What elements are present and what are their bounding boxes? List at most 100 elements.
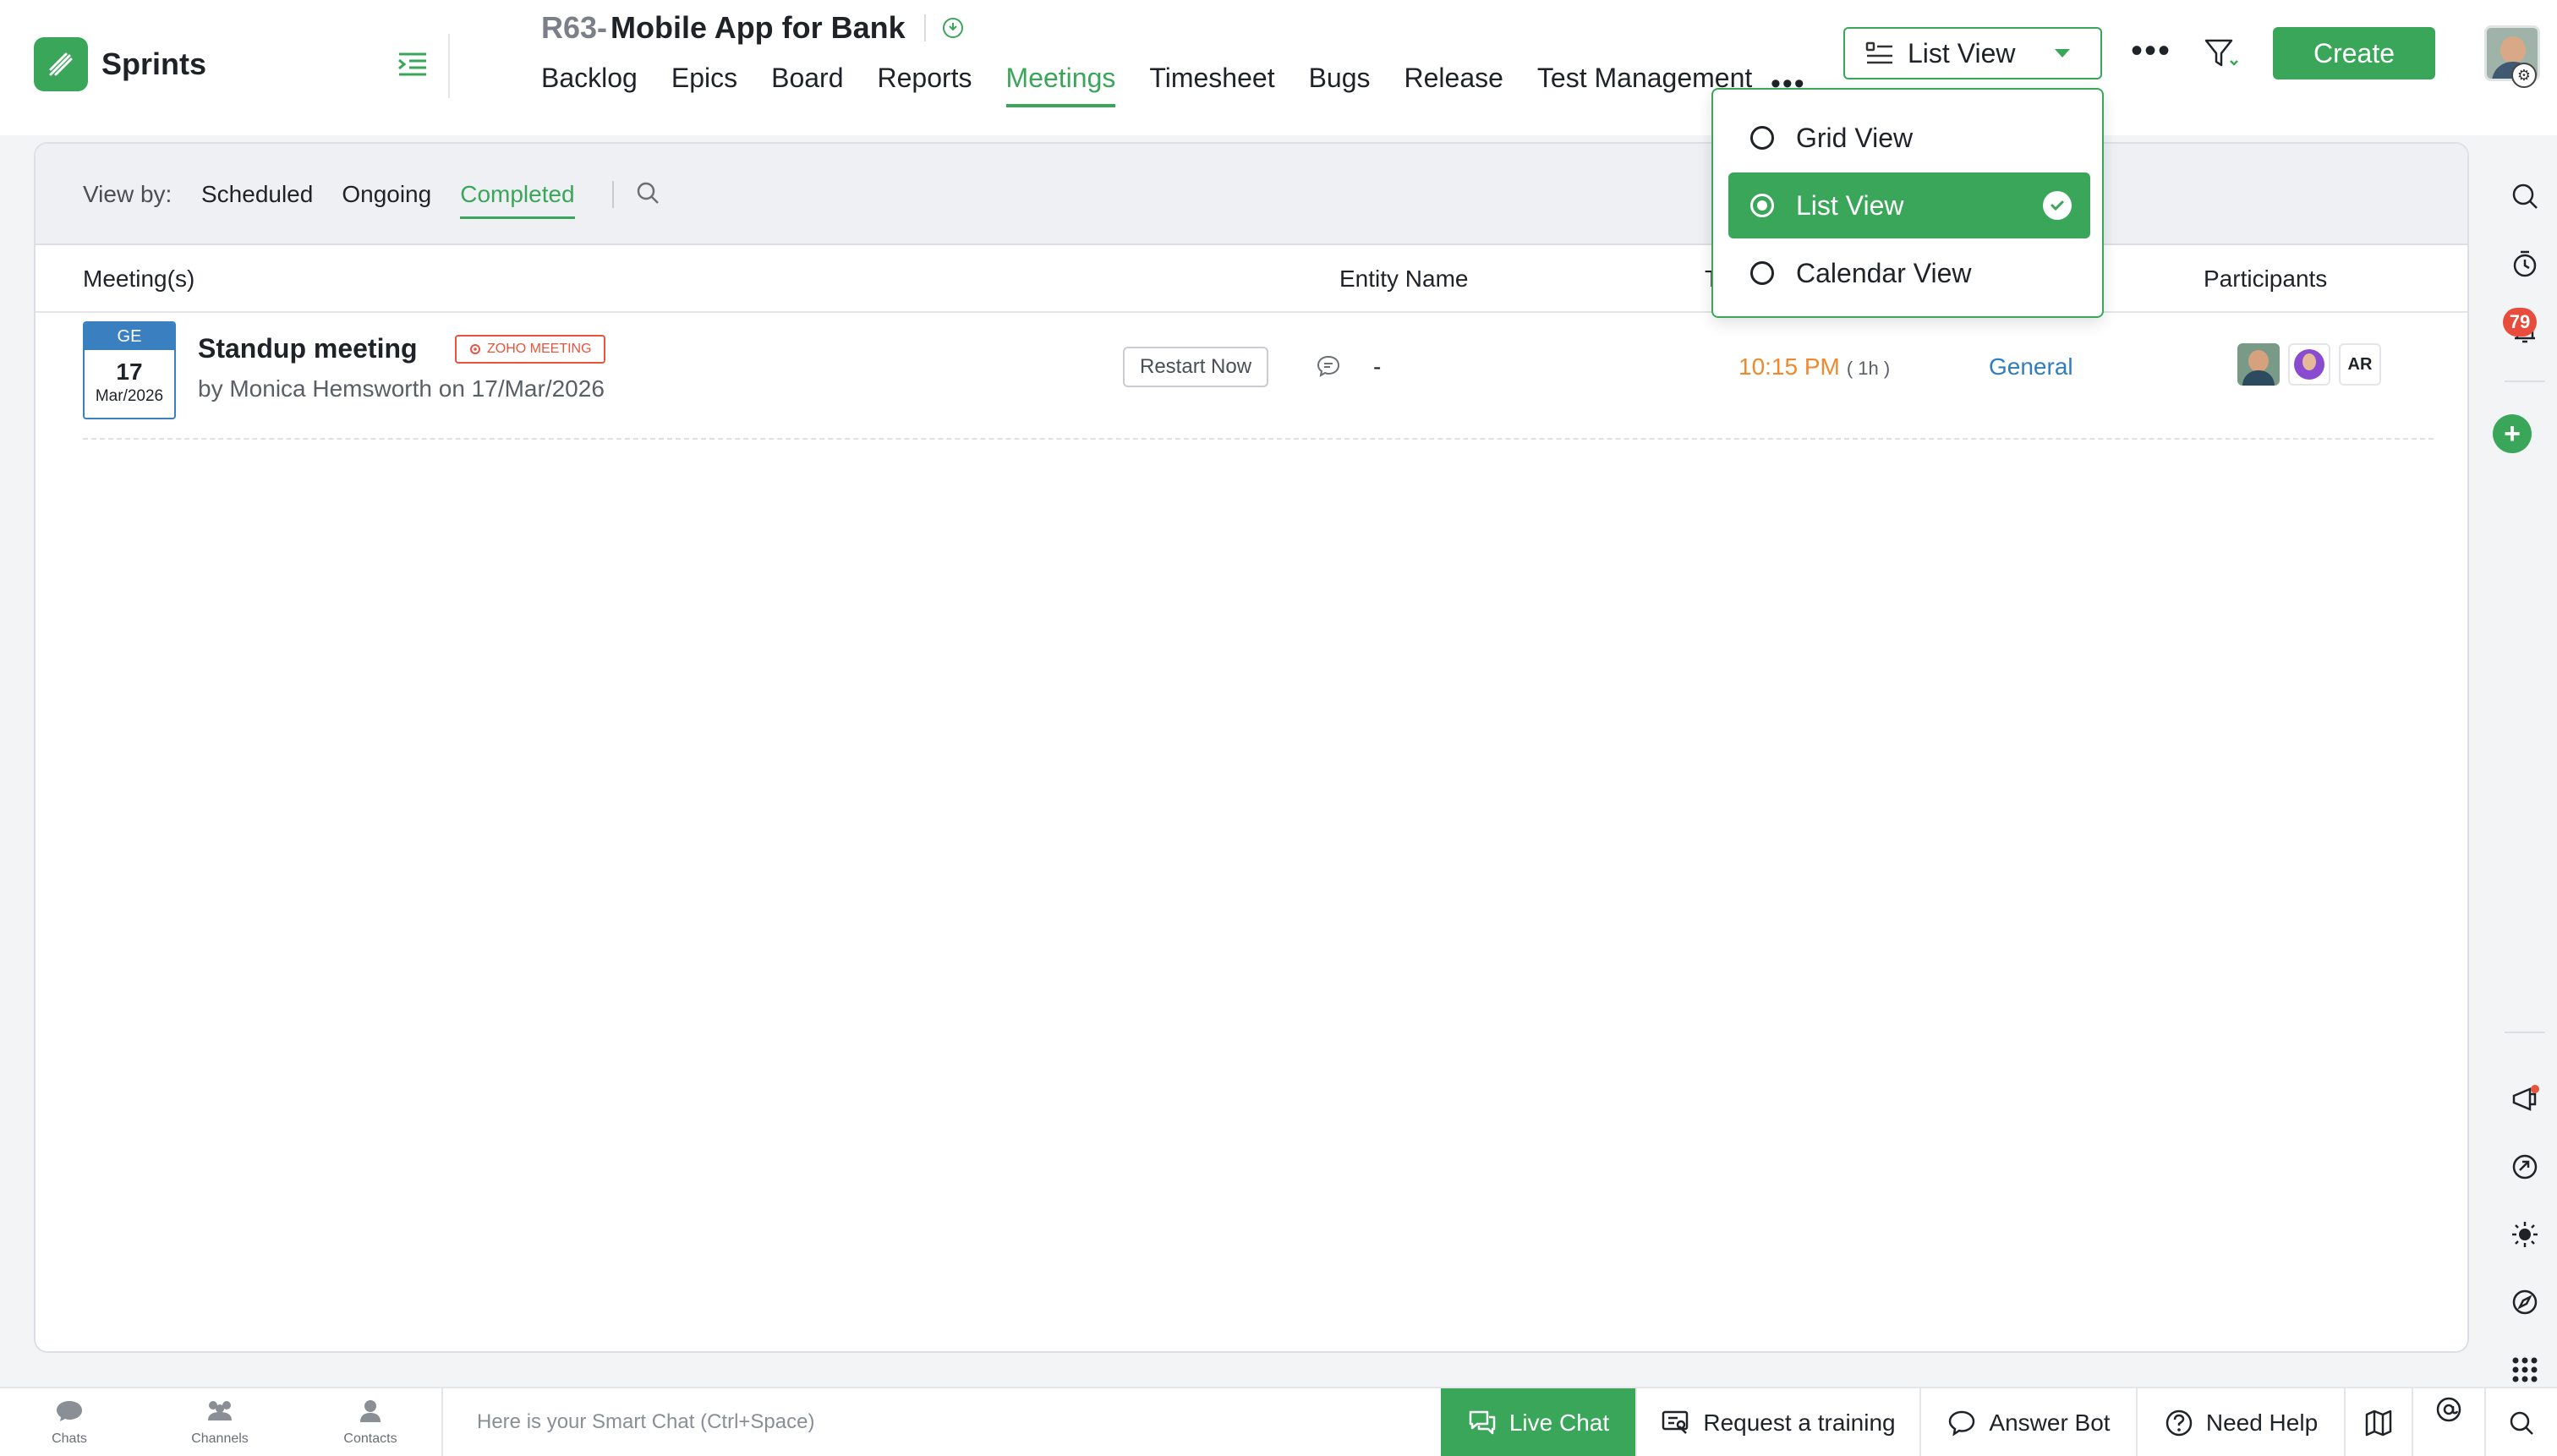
map-icon[interactable] — [2344, 1388, 2412, 1456]
theme-sun-icon[interactable] — [2508, 1218, 2542, 1251]
need-help-label: Need Help — [2205, 1409, 2319, 1436]
chats-tab[interactable]: Chats — [10, 1399, 129, 1447]
collapse-sidebar-icon[interactable] — [391, 44, 435, 85]
date-card-header: GE — [85, 323, 174, 350]
need-help-button[interactable]: Need Help — [2136, 1388, 2344, 1456]
bottom-bar: Chats Channels Contacts Here is your Sma… — [0, 1387, 2557, 1456]
timer-icon[interactable] — [2508, 247, 2542, 281]
gear-icon — [470, 344, 480, 354]
entity-name: - — [1373, 353, 1382, 380]
tab-reports[interactable]: Reports — [877, 63, 972, 107]
channels-icon — [208, 1401, 232, 1420]
request-training-button[interactable]: Request a training — [1635, 1388, 1919, 1456]
help-icon — [2166, 1409, 2193, 1437]
project-key: R63- — [541, 10, 608, 45]
menu-item-list-view[interactable]: List View — [1728, 172, 2090, 238]
training-icon — [1662, 1410, 1689, 1434]
meeting-time: 10:15 PM ( 1h ) — [1738, 353, 1890, 380]
mention-icon[interactable] — [2412, 1388, 2484, 1456]
tab-epics[interactable]: Epics — [671, 63, 737, 107]
create-button[interactable]: Create — [2273, 27, 2435, 79]
project-title: R63- Mobile App for Bank — [541, 10, 965, 46]
column-header-meetings: Meeting(s) — [83, 265, 195, 292]
chevron-down-icon — [2055, 49, 2070, 57]
tab-completed[interactable]: Completed — [460, 181, 575, 219]
view-by-label: View by: — [83, 181, 172, 207]
contacts-tab[interactable]: Contacts — [311, 1399, 430, 1447]
list-view-icon — [1865, 41, 1892, 64]
add-icon[interactable]: + — [2493, 414, 2532, 453]
radio-icon — [1750, 261, 1774, 285]
comment-icon[interactable] — [1316, 353, 1343, 380]
settings-gear-icon[interactable]: ⚙ — [2511, 63, 2537, 88]
column-header-participants: Participants — [2204, 265, 2328, 292]
project-name: Mobile App for Bank — [611, 10, 906, 45]
menu-item-label: Grid View — [1796, 122, 1914, 153]
menu-item-grid-view[interactable]: Grid View — [1728, 105, 2090, 171]
view-select-label: List View — [1908, 37, 2016, 68]
divider — [2505, 380, 2545, 382]
column-header-entity: Entity Name — [1339, 265, 1469, 292]
tab-board[interactable]: Board — [771, 63, 843, 107]
meeting-type[interactable]: General — [1989, 353, 2073, 380]
announcement-icon[interactable] — [2508, 1082, 2542, 1116]
tab-release[interactable]: Release — [1404, 63, 1503, 107]
channels-tab[interactable]: Channels — [161, 1399, 279, 1447]
participant-initials-avatar[interactable]: AR — [2339, 343, 2381, 386]
menu-item-calendar-view[interactable]: Calendar View — [1728, 240, 2090, 306]
search-icon[interactable] — [634, 179, 665, 210]
request-training-label: Request a training — [1703, 1409, 1896, 1436]
tab-scheduled[interactable]: Scheduled — [201, 181, 313, 219]
time-value: 10:15 PM — [1738, 353, 1840, 380]
channels-label: Channels — [191, 1431, 249, 1446]
smart-chat-input[interactable]: Here is your Smart Chat (Ctrl+Space) — [477, 1410, 814, 1434]
live-chat-button[interactable]: Live Chat — [1441, 1388, 1635, 1456]
meeting-organizer: by Monica Hemsworth on 17/Mar/2026 — [198, 375, 605, 402]
tab-meetings[interactable]: Meetings — [1005, 63, 1116, 107]
divider — [441, 1388, 443, 1456]
view-by-tabs: Scheduled Ongoing Completed — [201, 181, 604, 219]
badge-label: ZOHO MEETING — [487, 342, 592, 356]
tab-ongoing[interactable]: Ongoing — [342, 181, 431, 219]
tab-backlog[interactable]: Backlog — [541, 63, 638, 107]
check-icon — [2043, 191, 2072, 220]
answer-bot-button[interactable]: Answer Bot — [1919, 1388, 2136, 1456]
integrations-icon[interactable] — [2508, 1150, 2542, 1184]
meeting-title[interactable]: Standup meeting — [198, 333, 418, 364]
radio-icon — [1750, 194, 1774, 217]
contacts-label: Contacts — [343, 1431, 397, 1446]
menu-item-label: List View — [1796, 189, 1904, 221]
compass-icon[interactable] — [2508, 1285, 2542, 1319]
brand[interactable]: Sprints — [34, 37, 206, 91]
live-chat-label: Live Chat — [1508, 1409, 1610, 1436]
search-icon[interactable] — [2484, 1388, 2557, 1456]
date-card-month: Mar/2026 — [95, 387, 164, 405]
search-icon[interactable] — [2508, 179, 2542, 213]
top-bar: Sprints R63- Mobile App for Bank Backlog… — [0, 0, 2557, 135]
apps-grid-icon[interactable] — [2508, 1353, 2542, 1387]
live-chat-icon — [1469, 1410, 1496, 1435]
view-select[interactable]: List View — [1843, 27, 2102, 79]
answer-bot-icon — [1949, 1410, 1975, 1437]
brand-name: Sprints — [101, 47, 207, 81]
radio-icon — [1750, 126, 1774, 150]
participant-avatar[interactable] — [2237, 343, 2280, 386]
table-row[interactable]: GE 17 Mar/2026 Standup meeting ZOHO MEET… — [83, 321, 2434, 440]
duration-value: ( 1h ) — [1846, 358, 1891, 379]
chats-label: Chats — [52, 1431, 87, 1446]
participant-avatar[interactable] — [2288, 343, 2330, 386]
divider — [448, 34, 450, 98]
divider — [612, 181, 614, 208]
meetings-panel: View by: Scheduled Ongoing Completed Mee… — [34, 142, 2469, 1353]
tab-bugs[interactable]: Bugs — [1309, 63, 1371, 107]
filter-icon[interactable] — [2204, 37, 2244, 74]
chat-bubble-icon — [57, 1401, 82, 1421]
info-icon[interactable] — [941, 16, 965, 40]
more-options-icon[interactable]: ••• — [2131, 32, 2171, 70]
restart-now-button[interactable]: Restart Now — [1123, 347, 1269, 387]
divider — [923, 14, 926, 41]
tab-timesheet[interactable]: Timesheet — [1149, 63, 1274, 107]
answer-bot-label: Answer Bot — [1989, 1409, 2111, 1436]
project-nav: Backlog Epics Board Reports Meetings Tim… — [541, 63, 1786, 107]
contacts-icon — [360, 1400, 381, 1422]
